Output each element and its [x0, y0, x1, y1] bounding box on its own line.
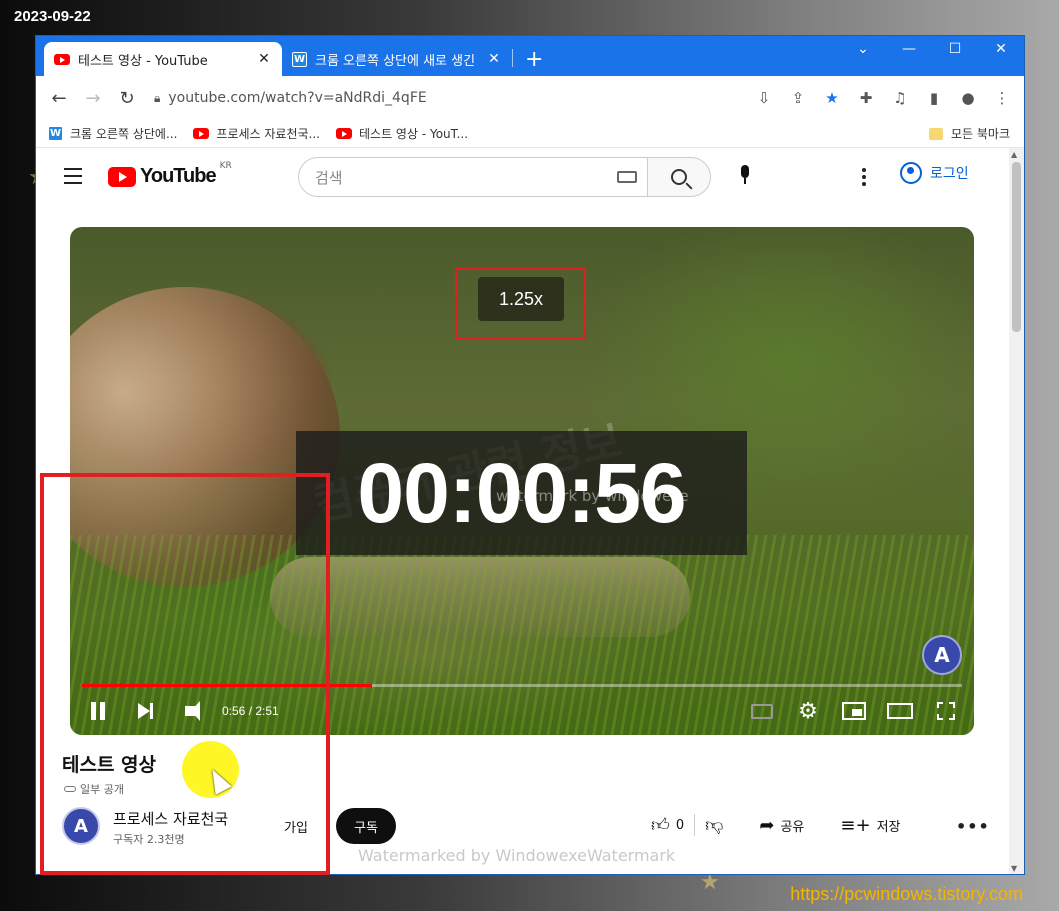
search-placeholder: 검색: [315, 168, 343, 187]
tab-close-icon[interactable]: ✕: [486, 51, 502, 67]
tab-article[interactable]: W 크롬 오른쪽 상단에 새로 생긴 도 ✕: [282, 42, 512, 76]
hamburger-menu-icon[interactable]: [64, 168, 82, 189]
settings-kebab-icon[interactable]: [862, 168, 868, 189]
all-bookmarks-label: 모든 북마크: [950, 127, 1010, 141]
all-bookmarks-button[interactable]: 모든 북마크: [928, 125, 1010, 142]
forward-arrow-icon[interactable]: →: [78, 83, 108, 113]
microphone-icon[interactable]: [736, 165, 754, 189]
youtube-favicon-icon: [54, 53, 70, 65]
bookmark-label: 크롬 오른쪽 상단에...: [70, 127, 178, 141]
lock-icon: 🔒︎: [154, 90, 161, 105]
search-input[interactable]: 검색: [298, 157, 648, 197]
fullscreen-button[interactable]: [932, 697, 960, 725]
address-bar: ← → ↻ 🔒︎ youtube.com/watch?v=aNdRdi_4qFE…: [36, 76, 1024, 120]
tab-youtube[interactable]: 테스트 영상 - YouTube ✕: [44, 42, 282, 76]
save-button[interactable]: ≡+ 저장: [840, 815, 900, 836]
video-actions: 👍︎ 0 👎︎ ➦ 공유 ≡+ 저장: [651, 814, 900, 836]
back-arrow-icon[interactable]: ←: [44, 83, 74, 113]
share-button[interactable]: ➦ 공유: [759, 815, 804, 836]
search-button[interactable]: [647, 157, 711, 197]
user-circle-icon: [900, 162, 922, 184]
miniplayer-button[interactable]: [840, 697, 868, 725]
bookmark-item[interactable]: 테스트 영상 - YouT...: [336, 125, 468, 142]
like-button[interactable]: 👍︎ 0: [651, 814, 684, 836]
url-field[interactable]: 🔒︎ youtube.com/watch?v=aNdRdi_4qFE: [146, 82, 746, 114]
youtube-favicon-icon: [336, 128, 352, 139]
tab-title: 테스트 영상 - YouTube: [78, 53, 208, 69]
login-label: 로그인: [930, 166, 969, 182]
bookmark-item[interactable]: W 크롬 오른쪽 상단에...: [48, 125, 177, 142]
youtube-logo-text: YouTube: [140, 165, 217, 187]
subtitles-button[interactable]: [748, 697, 776, 725]
bookmarks-bar: W 크롬 오른쪽 상단에... 프로세스 자료천국... 테스트 영상 - Yo…: [36, 120, 1024, 148]
bottom-watermark: Watermarked by WindowexeWatermark: [358, 846, 676, 865]
share-icon[interactable]: ⇪: [784, 84, 812, 112]
more-actions-icon[interactable]: •••: [956, 817, 990, 836]
date-label: 2023-09-22: [14, 8, 91, 25]
browser-menu-icon[interactable]: ⋮: [988, 84, 1016, 112]
minimize-button[interactable]: —: [886, 36, 932, 64]
new-tab-button[interactable]: +: [513, 42, 555, 76]
fullscreen-icon: [937, 702, 955, 720]
bookmark-label: 프로세스 자료천국...: [216, 127, 320, 141]
install-icon[interactable]: ⇩: [750, 84, 778, 112]
site-url-watermark: https://pcwindows.tistory.com: [790, 884, 1023, 904]
tab-bar: 테스트 영상 - YouTube ✕ W 크롬 오른쪽 상단에 새로 생긴 도 …: [36, 36, 1024, 76]
url-text: youtube.com/watch?v=aNdRdi_4qFE: [168, 90, 427, 106]
bookmark-star-icon[interactable]: ★: [818, 84, 846, 112]
subtitles-icon: [751, 703, 773, 719]
scroll-down-icon[interactable]: ▼: [1011, 864, 1017, 873]
reload-icon[interactable]: ↻: [112, 83, 142, 113]
keyboard-icon[interactable]: [617, 171, 637, 183]
extensions-icon[interactable]: ✚: [852, 84, 880, 112]
tab-title: 크롬 오른쪽 상단에 새로 생긴 도: [315, 53, 478, 69]
youtube-header: YouTube KR 검색 로그인: [36, 148, 1024, 206]
youtube-logo[interactable]: YouTube KR: [108, 161, 232, 188]
page-scrollbar[interactable]: ▲ ▼: [1009, 148, 1024, 874]
video-watermark: watermark by windowexe: [496, 487, 689, 505]
window-controls: ⌄ — ☐ ✕: [840, 36, 1024, 64]
youtube-favicon-icon: [193, 128, 210, 139]
theater-icon: [887, 703, 913, 719]
search-icon: [671, 169, 687, 185]
close-window-button[interactable]: ✕: [978, 36, 1024, 64]
share-arrow-icon: ➦: [759, 814, 775, 836]
dislike-button[interactable]: 👎︎: [705, 814, 723, 836]
theater-mode-button[interactable]: [886, 697, 914, 725]
w-favicon-icon: W: [48, 126, 63, 141]
save-label: 저장: [876, 819, 901, 835]
region-code: KR: [219, 161, 232, 171]
bookmark-item[interactable]: 프로세스 자료천국...: [193, 125, 320, 142]
speed-highlight-box: [455, 268, 586, 340]
thumbs-down-icon: 👎︎: [705, 815, 724, 836]
w-favicon-icon: W: [292, 51, 307, 67]
youtube-play-logo-icon: [108, 166, 136, 187]
folder-icon: [928, 127, 943, 140]
login-button[interactable]: 로그인: [900, 162, 969, 184]
share-label: 공유: [780, 819, 805, 835]
channel-watermark-icon[interactable]: A: [922, 635, 962, 675]
maximize-button[interactable]: ☐: [932, 36, 978, 64]
like-divider: [694, 814, 696, 836]
like-count: 0: [675, 817, 685, 833]
profile-icon[interactable]: ●: [954, 84, 982, 112]
tab-close-icon[interactable]: ✕: [256, 51, 272, 67]
thumbs-up-icon: 👍︎: [651, 815, 670, 836]
settings-gear-icon[interactable]: ⚙: [794, 697, 822, 725]
address-bar-actions: ⇩ ⇪ ★ ✚ ♫ ▮ ● ⋮: [750, 84, 1016, 112]
side-panel-icon[interactable]: ▮: [920, 84, 948, 112]
scroll-up-icon[interactable]: ▲: [1011, 150, 1017, 159]
controls-highlight-box: [40, 473, 330, 875]
bookmark-label: 테스트 영상 - YouT...: [359, 127, 469, 141]
tab-search-icon[interactable]: ⌄: [840, 36, 886, 64]
media-control-icon[interactable]: ♫: [886, 84, 914, 112]
subscribe-button[interactable]: 구독: [336, 808, 396, 844]
playlist-add-icon: ≡+: [840, 814, 871, 836]
miniplayer-icon: [842, 702, 866, 720]
scrollbar-thumb[interactable]: [1012, 162, 1021, 332]
